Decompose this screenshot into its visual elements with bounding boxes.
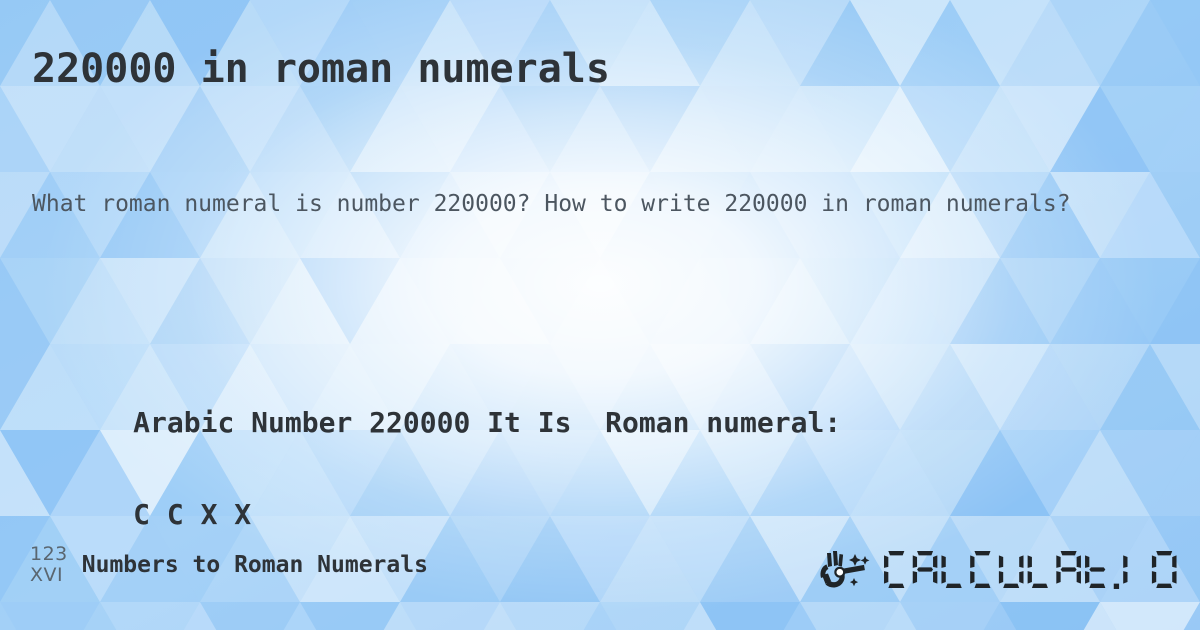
page-title: 220000 in roman numerals: [32, 46, 610, 92]
page-description: What roman numeral is number 220000? How…: [32, 191, 1071, 217]
magic-wand-hand-icon: [820, 551, 870, 588]
site-brand[interactable]: 123 XVI Numbers to Roman Numerals: [30, 544, 428, 586]
brand-mark-roman: XVI: [30, 564, 64, 586]
brand-name-label: Numbers to Roman Numerals: [81, 552, 428, 578]
og-image-canvas: 220000 in roman numerals What roman nume…: [0, 0, 1200, 630]
calculatio-logo[interactable]: [817, 546, 1182, 594]
numbers-to-roman-logo-icon: 123 XVI: [30, 544, 68, 586]
result-line-2: C C X X: [133, 498, 252, 531]
result-line-1: Arabic Number 220000 It Is Roman numeral…: [133, 406, 842, 439]
footer: 123 XVI Numbers to Roman Numerals: [0, 540, 1200, 610]
calculatio-wordmark: [884, 551, 1177, 589]
brand-mark-arabic: 123: [30, 543, 68, 565]
